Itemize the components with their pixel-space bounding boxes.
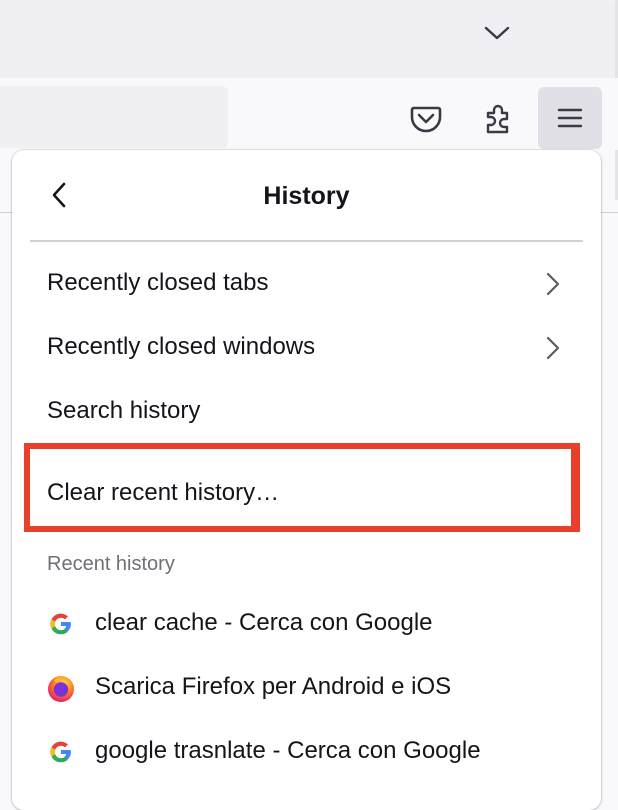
extensions-button[interactable] [467, 87, 531, 149]
search-history-item[interactable]: Search history [30, 382, 583, 440]
pocket-icon [410, 106, 442, 133]
annotation-highlight-box [24, 443, 580, 532]
tab-bar [0, 0, 618, 78]
app-menu-button[interactable] [538, 87, 602, 149]
chevron-down-icon [484, 26, 510, 40]
url-bar[interactable] [0, 86, 228, 148]
header-separator [30, 240, 583, 242]
recent-history-heading: Recent history [47, 553, 175, 575]
history-entry-title: clear cache - Cerca con Google [95, 609, 433, 636]
panel-header: History [12, 150, 601, 240]
google-icon [46, 737, 76, 767]
menu-item-label: Search history [47, 397, 201, 424]
list-all-tabs-button[interactable] [476, 14, 518, 52]
panel-title: History [263, 182, 350, 210]
history-entry[interactable]: google trasnlate - Cerca con Google [30, 722, 583, 780]
hamburger-icon [557, 108, 583, 128]
chevron-right-icon [546, 272, 560, 296]
puzzle-icon [486, 104, 509, 134]
recently-closed-windows-item[interactable]: Recently closed windows [30, 318, 583, 376]
menu-item-label: Recently closed tabs [47, 269, 269, 296]
pocket-button[interactable] [394, 87, 458, 149]
chevron-right-icon [546, 336, 560, 360]
recently-closed-tabs-item[interactable]: Recently closed tabs [30, 254, 583, 312]
google-icon [46, 609, 76, 639]
history-panel: History Recently closed tabs Recently cl… [12, 150, 601, 810]
history-entry[interactable]: Scarica Firefox per Android e iOS [30, 658, 583, 716]
history-entry-title: Scarica Firefox per Android e iOS [95, 673, 452, 700]
history-entry[interactable]: clear cache - Cerca con Google [30, 594, 583, 652]
firefox-icon [46, 673, 76, 703]
history-entry-title: google trasnlate - Cerca con Google [95, 737, 481, 764]
menu-item-label: Recently closed windows [47, 333, 316, 360]
